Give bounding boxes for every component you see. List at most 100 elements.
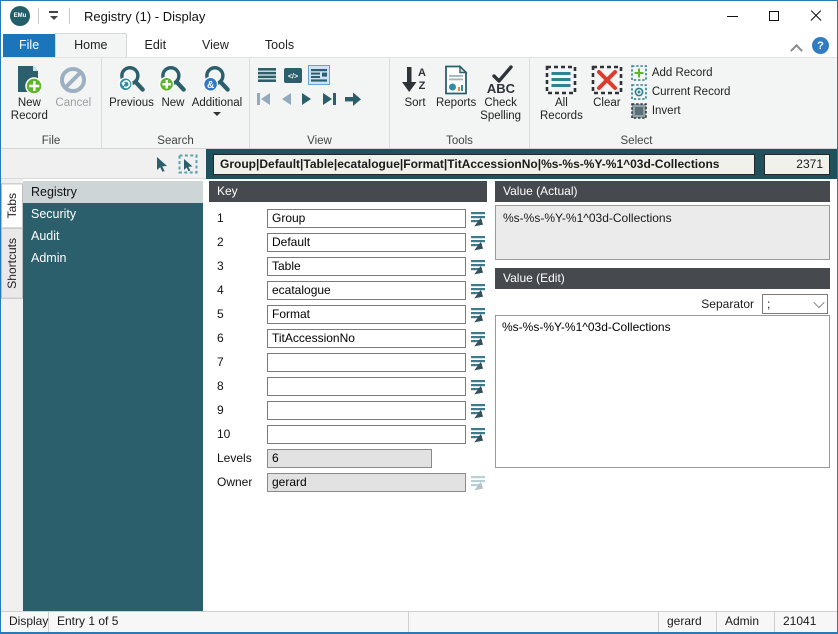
status-entry: Entry 1 of 5 bbox=[49, 612, 409, 632]
tab-home[interactable]: Home bbox=[55, 33, 127, 57]
check-spelling-button[interactable]: ABC Check Spelling bbox=[478, 61, 523, 123]
add-record-icon bbox=[631, 65, 647, 81]
app-window: EMu Registry (1) - Display File Home Edi… bbox=[0, 0, 838, 634]
reports-button[interactable]: Reports bbox=[434, 61, 478, 110]
cancel-label: Cancel bbox=[55, 97, 92, 109]
key-row-1: 1 bbox=[209, 206, 487, 230]
chevron-down-icon bbox=[813, 296, 825, 308]
value-edit-header: Value (Edit) bbox=[495, 268, 830, 289]
goto-record-button[interactable] bbox=[344, 91, 362, 107]
details-view-button[interactable] bbox=[308, 65, 330, 85]
side-tab-tabs[interactable]: Tabs bbox=[1, 183, 23, 229]
lookup-list-icon[interactable] bbox=[470, 426, 487, 443]
sidebar-item-admin[interactable]: Admin bbox=[23, 247, 203, 269]
collapse-ribbon-icon[interactable] bbox=[792, 43, 802, 49]
add-record-button[interactable]: Add Record bbox=[631, 65, 731, 81]
previous-record-icon bbox=[282, 93, 291, 105]
search-additional-label: Additional bbox=[191, 97, 243, 109]
status-mode: Display bbox=[1, 612, 49, 632]
all-records-button[interactable]: All Records bbox=[536, 61, 587, 123]
list-view-button[interactable] bbox=[256, 65, 278, 85]
help-button[interactable]: ? bbox=[812, 37, 829, 54]
status-bar: Display Entry 1 of 5 gerard Admin 21041 bbox=[1, 611, 837, 632]
lookup-list-icon[interactable] bbox=[470, 354, 487, 371]
levels-field bbox=[267, 448, 432, 468]
search-additional-button[interactable]: & Additional bbox=[191, 61, 243, 116]
svg-text:</>: </> bbox=[288, 73, 298, 80]
previous-record-button[interactable] bbox=[279, 91, 293, 107]
lookup-list-icon[interactable] bbox=[470, 378, 487, 395]
maximize-button[interactable] bbox=[753, 1, 795, 31]
sidebar-item-audit[interactable]: Audit bbox=[23, 225, 203, 247]
search-previous-button[interactable]: Previous bbox=[108, 61, 155, 110]
first-record-button[interactable] bbox=[256, 91, 272, 107]
ribbon-group-view: </> View bbox=[249, 58, 389, 148]
side-tab-shortcuts[interactable]: Shortcuts bbox=[1, 228, 23, 300]
separator-label: Separator bbox=[701, 296, 754, 311]
next-record-icon bbox=[302, 93, 311, 105]
cancel-button[interactable]: Cancel bbox=[52, 61, 95, 110]
tab-edit[interactable]: Edit bbox=[127, 34, 185, 57]
key-row-7: 7 bbox=[209, 350, 487, 374]
title-bar: EMu Registry (1) - Display bbox=[1, 1, 837, 31]
lookup-list-icon[interactable] bbox=[470, 258, 487, 275]
key-3-input[interactable] bbox=[267, 256, 466, 276]
tab-view[interactable]: View bbox=[184, 34, 247, 57]
key-6-input[interactable] bbox=[267, 328, 466, 348]
key-2-input[interactable] bbox=[267, 232, 466, 252]
quick-access-dropdown-icon[interactable] bbox=[47, 10, 61, 22]
key-5-input[interactable] bbox=[267, 304, 466, 324]
current-record-button[interactable]: Current Record bbox=[631, 84, 731, 100]
lookup-list-icon[interactable] bbox=[470, 402, 487, 419]
key-10-input[interactable] bbox=[267, 424, 466, 444]
key-row-number: 3 bbox=[217, 259, 224, 273]
value-actual-field: %s-%s-%Y-%1^03d-Collections bbox=[495, 205, 830, 260]
lookup-list-icon[interactable] bbox=[470, 306, 487, 323]
minimize-icon bbox=[726, 15, 738, 17]
key-row-number: 1 bbox=[217, 211, 224, 225]
sort-button[interactable]: A Z Sort bbox=[396, 61, 434, 110]
ribbon-group-search: Previous New & Additional Search bbox=[101, 58, 249, 148]
last-record-button[interactable] bbox=[321, 91, 337, 107]
sidebar-item-registry[interactable]: Registry bbox=[23, 181, 203, 203]
select-mode-icon[interactable] bbox=[178, 154, 198, 174]
invert-selection-button[interactable]: Invert bbox=[631, 103, 731, 119]
status-spacer bbox=[409, 612, 659, 632]
code-view-button[interactable]: </> bbox=[282, 65, 304, 85]
key-9-input[interactable] bbox=[267, 400, 466, 420]
clear-selection-button[interactable]: Clear bbox=[587, 61, 627, 110]
key-1-input[interactable] bbox=[267, 208, 466, 228]
separator-dropdown[interactable]: ; bbox=[762, 293, 828, 314]
key-row-number: 5 bbox=[217, 307, 224, 321]
cursor-icon[interactable] bbox=[155, 156, 169, 172]
ribbon: New Record Cancel File Previous New & Ad… bbox=[1, 57, 837, 149]
registry-path-strip: Group|Default|Table|ecatalogue|Format|Ti… bbox=[206, 149, 837, 179]
close-button[interactable] bbox=[795, 1, 837, 31]
next-record-button[interactable] bbox=[300, 91, 314, 107]
value-edit-field[interactable]: %s-%s-%Y-%1^03d-Collections bbox=[495, 315, 830, 468]
registry-path-value[interactable]: Group|Default|Table|ecatalogue|Format|Ti… bbox=[213, 153, 755, 175]
list-view-icon bbox=[258, 68, 276, 82]
tab-tools[interactable]: Tools bbox=[247, 34, 312, 57]
reports-label: Reports bbox=[435, 97, 477, 109]
lookup-list-icon[interactable] bbox=[470, 234, 487, 251]
svg-text:Z: Z bbox=[419, 80, 426, 92]
group-label-view: View bbox=[307, 135, 332, 147]
sidebar-item-security[interactable]: Security bbox=[23, 203, 203, 225]
key-8-input[interactable] bbox=[267, 376, 466, 396]
key-4-input[interactable] bbox=[267, 280, 466, 300]
key-7-input[interactable] bbox=[267, 352, 466, 372]
search-new-button[interactable]: New bbox=[155, 61, 191, 110]
key-row-number: 10 bbox=[217, 427, 231, 441]
current-record-label: Current Record bbox=[651, 86, 731, 98]
new-record-button[interactable]: New Record bbox=[7, 61, 52, 123]
lookup-list-icon[interactable] bbox=[470, 282, 487, 299]
tab-file[interactable]: File bbox=[3, 34, 56, 57]
lookup-list-icon[interactable] bbox=[470, 330, 487, 347]
search-additional-icon: & bbox=[201, 63, 233, 97]
clear-selection-label: Clear bbox=[593, 97, 621, 109]
minimize-button[interactable] bbox=[711, 1, 753, 31]
lookup-list-icon[interactable] bbox=[470, 210, 487, 227]
key-panel: Key 1 2 3 4 bbox=[203, 179, 493, 611]
ribbon-group-select: All Records Clear Add Record Current Rec… bbox=[529, 58, 743, 148]
